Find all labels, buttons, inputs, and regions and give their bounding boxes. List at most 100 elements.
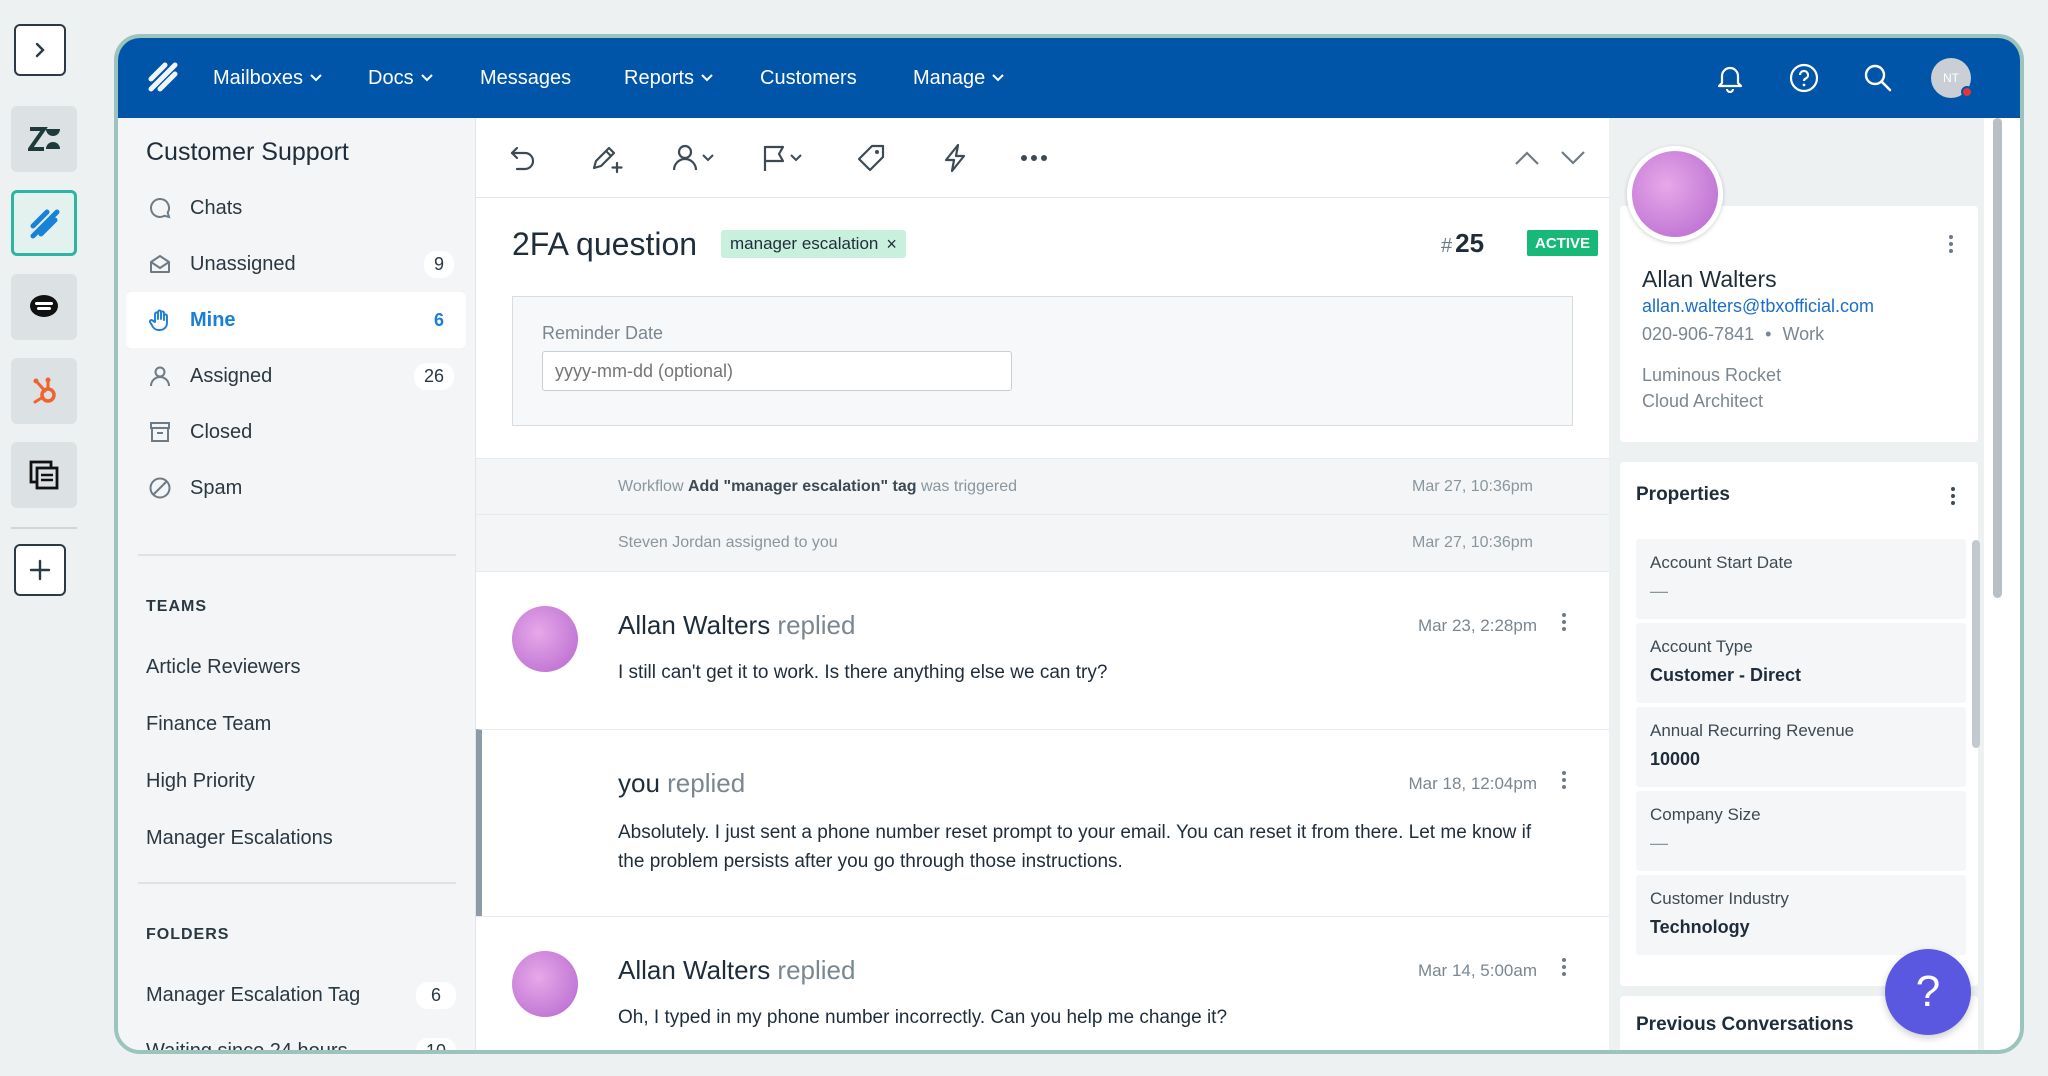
sidebar-item-assigned[interactable]: Assigned 26 <box>126 348 466 404</box>
question-circle-icon <box>1789 63 1819 93</box>
folder-manager-escalation-tag[interactable]: Manager Escalation Tag 6 <box>146 982 456 1009</box>
sidebar-item-mine[interactable]: Mine 6 <box>126 292 466 348</box>
timeline-event: Steven Jordan assigned to you Mar 27, 10… <box>476 514 1609 571</box>
message-thread-item: Allan Walters replied Mar 14, 5:00am Oh,… <box>476 916 1609 1050</box>
author-name: Allan Walters <box>618 610 771 640</box>
message-thread-item: Allan Walters replied Mar 23, 2:28pm I s… <box>476 571 1609 729</box>
property-account-start-date[interactable]: Account Start Date — <box>1636 539 1966 619</box>
help-beacon-glyph: ? <box>1915 967 1941 1016</box>
nav-mailboxes-label: Mailboxes <box>213 66 304 89</box>
status-dot <box>1961 86 1973 98</box>
number-value: 25 <box>1455 228 1485 258</box>
property-account-type[interactable]: Account Type Customer - Direct <box>1636 623 1966 703</box>
chat-mask-icon <box>30 295 58 317</box>
kebab-icon <box>1562 613 1566 631</box>
nav-docs[interactable]: Docs <box>368 38 433 118</box>
chevron-right-icon <box>35 42 45 58</box>
message-menu-button[interactable] <box>1561 770 1567 790</box>
properties-card: Properties Account Start Date — Account T… <box>1620 462 1980 986</box>
reminder-date-input[interactable] <box>542 351 1012 391</box>
author-name: Allan Walters <box>618 955 771 985</box>
folder-label: Waiting since 24 hours <box>146 1040 348 1054</box>
teams-heading: TEAMS <box>146 598 207 615</box>
customer-email[interactable]: allan.walters@tbxofficial.com <box>1642 296 1874 317</box>
helpscout-logo[interactable] <box>146 60 180 94</box>
chevron-up-icon <box>1515 151 1539 165</box>
help-button[interactable] <box>1784 58 1824 98</box>
tag-button[interactable] <box>856 138 886 178</box>
zendesk-app-button[interactable] <box>11 106 77 172</box>
next-conversation-button[interactable] <box>1560 138 1586 178</box>
sidebar-divider <box>138 882 456 884</box>
person-icon <box>150 366 170 387</box>
profile-menu-button[interactable] <box>1948 234 1954 254</box>
helpscout-app-button[interactable] <box>11 190 77 256</box>
notifications-button[interactable] <box>1710 58 1750 98</box>
team-manager-escalations[interactable]: Manager Escalations <box>146 827 333 850</box>
property-customer-industry[interactable]: Customer Industry Technology <box>1636 875 1966 955</box>
nav-manage[interactable]: Manage <box>913 38 1004 118</box>
reminder-box: Reminder Date <box>512 296 1573 426</box>
customer-company: Luminous Rocket Cloud Architect <box>1642 362 1781 414</box>
tag-icon <box>857 144 885 172</box>
plus-icon <box>29 559 51 581</box>
team-finance[interactable]: Finance Team <box>146 713 271 736</box>
undo-button[interactable] <box>508 138 538 178</box>
sidebar-divider <box>138 554 456 556</box>
nav-mailboxes[interactable]: Mailboxes <box>213 38 322 118</box>
assigned-count: 26 <box>413 362 454 390</box>
add-app-button[interactable] <box>14 544 66 596</box>
more-actions-button[interactable] <box>1020 138 1048 178</box>
previous-conversation-button[interactable] <box>1514 138 1540 178</box>
customer-name[interactable]: Allan Walters <box>1642 266 1777 293</box>
folder-waiting[interactable]: Waiting since 24 hours 10 <box>146 1038 456 1054</box>
sidebar-item-chats[interactable]: Chats <box>126 180 466 236</box>
status-flag-button[interactable] <box>760 138 804 178</box>
sidebar-item-label: Spam <box>190 476 243 499</box>
sidebar-item-closed[interactable]: Closed <box>126 404 466 460</box>
expand-rail-button[interactable] <box>14 24 66 76</box>
message-menu-button[interactable] <box>1561 612 1567 632</box>
status-badge[interactable]: ACTIVE <box>1527 230 1599 256</box>
conversation-tag[interactable]: manager escalation × <box>721 230 906 258</box>
folders-heading: FOLDERS <box>146 926 230 943</box>
flag-dropdown-icon <box>763 145 802 171</box>
team-article-reviewers[interactable]: Article Reviewers <box>146 656 300 679</box>
inbox-app-button[interactable] <box>11 442 77 508</box>
sidebar-item-spam[interactable]: Spam <box>126 460 466 516</box>
nav-reports[interactable]: Reports <box>624 38 713 118</box>
conversation-toolbar <box>476 118 1609 198</box>
nav-customers[interactable]: Customers <box>760 38 857 118</box>
help-beacon-button[interactable]: ? <box>1885 949 1971 1035</box>
sidebar-item-label: Closed <box>190 420 253 443</box>
chevron-down-icon <box>420 74 433 82</box>
remove-tag-icon[interactable]: × <box>886 234 897 255</box>
message-menu-button[interactable] <box>1561 957 1567 977</box>
property-arr[interactable]: Annual Recurring Revenue 10000 <box>1636 707 1966 787</box>
helpscout-logo-icon <box>148 62 178 92</box>
workflow-button[interactable] <box>942 138 968 178</box>
previous-conversations-title[interactable]: Previous Conversations <box>1636 1014 1854 1036</box>
property-value: Technology <box>1650 917 1750 937</box>
frontapp-button[interactable] <box>11 274 77 340</box>
author-name: you <box>618 768 660 798</box>
property-key: Annual Recurring Revenue <box>1650 721 1855 740</box>
lightning-icon <box>944 143 966 173</box>
customer-avatar-large[interactable] <box>1627 146 1723 242</box>
assign-button[interactable] <box>672 138 716 178</box>
properties-menu-button[interactable] <box>1950 486 1956 506</box>
page-scrollbar[interactable] <box>1993 118 2002 598</box>
sidebar-item-label: Assigned <box>190 364 273 387</box>
add-note-button[interactable] <box>590 138 624 178</box>
sidebar-item-unassigned[interactable]: Unassigned 9 <box>126 236 466 292</box>
user-avatar[interactable]: NT <box>1931 58 1973 98</box>
person-dropdown-icon <box>672 144 714 171</box>
search-button[interactable] <box>1858 58 1898 98</box>
team-high-priority[interactable]: High Priority <box>146 770 255 793</box>
hubspot-app-button[interactable] <box>11 358 77 424</box>
properties-scrollbar[interactable] <box>1972 540 1980 748</box>
nav-messages[interactable]: Messages <box>480 38 571 118</box>
kebab-icon <box>1562 771 1566 789</box>
property-company-size[interactable]: Company Size — <box>1636 791 1966 871</box>
chevron-down-icon <box>992 74 1004 82</box>
